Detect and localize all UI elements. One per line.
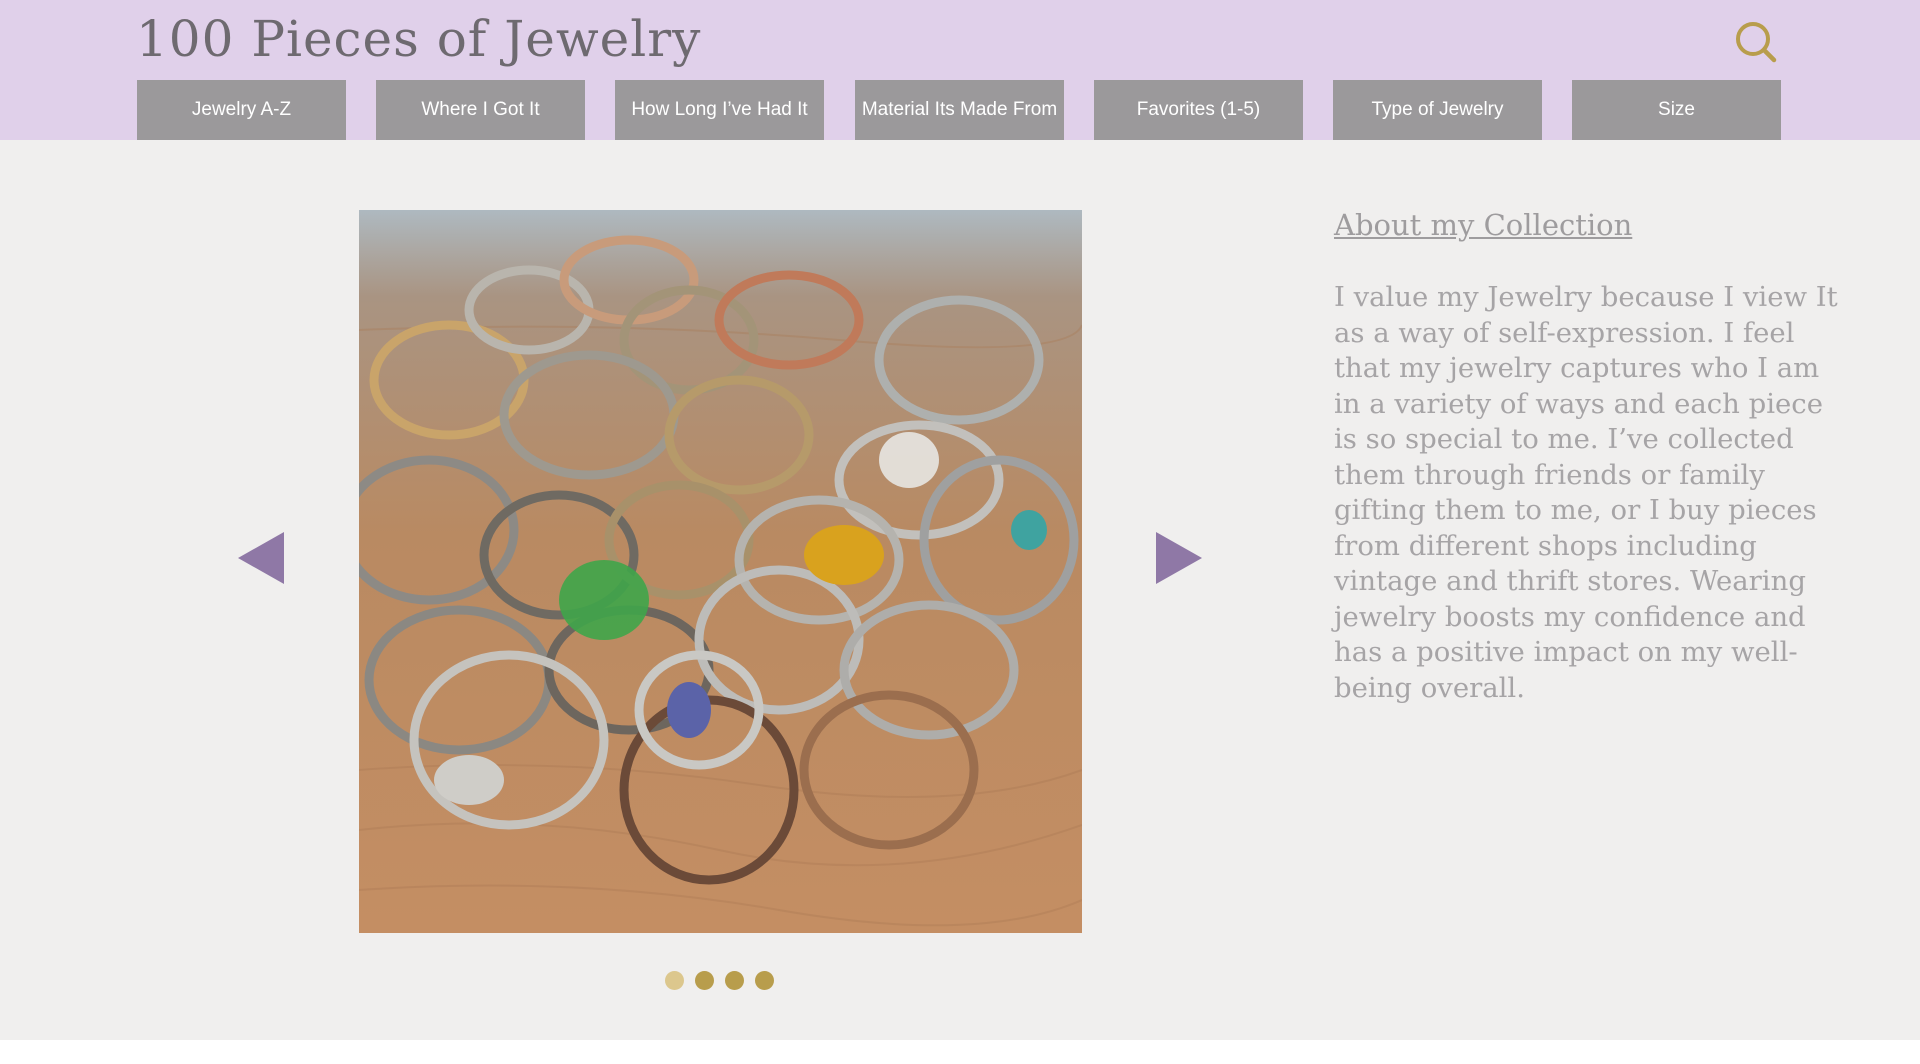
page: 100 Pieces of Jewelry Jewelry A-Z Where … — [0, 0, 1920, 1064]
nav-jewelry-a-z[interactable]: Jewelry A-Z — [137, 80, 346, 140]
carousel-image[interactable] — [359, 210, 1082, 933]
about-text: I value my Jewelry because I view It as … — [1334, 281, 1838, 704]
nav-where-i-got-it[interactable]: Where I Got It — [376, 80, 585, 140]
search-icon — [1736, 22, 1777, 63]
rings-photo — [359, 210, 1082, 933]
nav-size[interactable]: Size — [1572, 80, 1781, 140]
carousel-next-button[interactable] — [1156, 532, 1202, 584]
triangle-right-icon — [1156, 532, 1202, 584]
carousel-indicators — [665, 971, 775, 991]
nav-material[interactable]: Material Its Made From — [855, 80, 1064, 140]
nav-type-of-jewelry[interactable]: Type of Jewelry — [1333, 80, 1542, 140]
search-button[interactable] — [1732, 18, 1780, 66]
carousel-dot-1[interactable] — [665, 971, 684, 990]
carousel-prev-button[interactable] — [238, 532, 284, 584]
nav-how-long-ive-had-it[interactable]: How Long I’ve Had It — [615, 80, 824, 140]
nav-favorites[interactable]: Favorites (1-5) — [1094, 80, 1303, 140]
carousel-dot-2[interactable] — [695, 971, 714, 990]
page-bottom-strip — [0, 1040, 1920, 1064]
about-heading-link[interactable]: About my Collection — [1334, 208, 1632, 242]
carousel-dot-4[interactable] — [755, 971, 774, 990]
triangle-left-icon — [238, 532, 284, 584]
main-nav: Jewelry A-Z Where I Got It How Long I’ve… — [137, 80, 1782, 140]
carousel-dot-3[interactable] — [725, 971, 744, 990]
site-header: 100 Pieces of Jewelry Jewelry A-Z Where … — [0, 0, 1920, 140]
site-title[interactable]: 100 Pieces of Jewelry — [136, 10, 701, 68]
